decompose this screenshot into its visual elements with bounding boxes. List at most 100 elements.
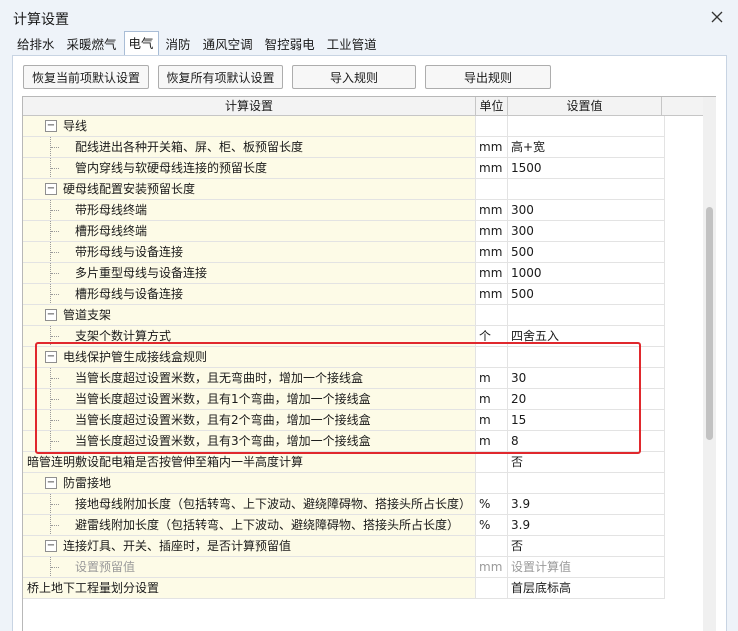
table-row[interactable]: − 导线 — [23, 116, 703, 137]
collapse-toggle-icon[interactable]: − — [45, 120, 57, 132]
export-rules-button[interactable]: 导出规则 — [425, 65, 551, 89]
tree-line — [51, 567, 59, 568]
close-button[interactable] — [706, 6, 728, 28]
table-row[interactable]: − 硬母线配置安装预留长度 — [23, 179, 703, 200]
value-cell[interactable]: 否 — [508, 452, 665, 473]
value-cell[interactable]: 300 — [508, 200, 665, 221]
tab-electrical[interactable]: 电气 — [123, 31, 159, 55]
table-row[interactable]: 当管长度超过设置米数，且无弯曲时，增加一个接线盒 m 30 — [23, 368, 703, 389]
scrollbar-thumb[interactable] — [706, 207, 713, 440]
setting-cell: 当管长度超过设置米数，且有3个弯曲，增加一个接线盒 — [23, 431, 476, 452]
table-row[interactable]: 槽形母线与设备连接 mm 500 — [23, 284, 703, 305]
setting-cell: − 电线保护管生成接线盒规则 — [23, 347, 476, 368]
tab-low-voltage[interactable]: 智控弱电 — [260, 33, 320, 55]
table-row[interactable]: 带形母线终端 mm 300 — [23, 200, 703, 221]
table-row[interactable]: 接地母线附加长度（包括转弯、上下波动、避绕障碍物、搭接头所占长度）% 3.9 — [23, 494, 703, 515]
value-cell[interactable]: 500 — [508, 284, 665, 305]
setting-cell: − 防雷接地 — [23, 473, 476, 494]
tab-hvac[interactable]: 通风空调 — [198, 33, 258, 55]
unit-cell: m — [476, 368, 508, 389]
collapse-toggle-icon[interactable]: − — [45, 540, 57, 552]
setting-cell: 配线进出各种开关箱、屏、柜、板预留长度 — [23, 137, 476, 158]
table-row[interactable]: 配线进出各种开关箱、屏、柜、板预留长度 mm 高+宽 — [23, 137, 703, 158]
table-row[interactable]: − 管道支架 — [23, 305, 703, 326]
vertical-scrollbar[interactable] — [703, 97, 716, 631]
table-row[interactable]: 多片重型母线与设备连接 mm 1000 — [23, 263, 703, 284]
collapse-toggle-icon[interactable]: − — [45, 183, 57, 195]
value-cell[interactable]: 3.9 — [508, 494, 665, 515]
tab-heating-gas[interactable]: 采暖燃气 — [62, 33, 122, 55]
value-cell[interactable]: 1000 — [508, 263, 665, 284]
setting-cell: 暗管连明敷设配电箱是否按管伸至箱内一半高度计算 — [23, 452, 476, 473]
window-title: 计算设置 — [13, 12, 69, 28]
restore-all-default-button[interactable]: 恢复所有项默认设置 — [158, 65, 283, 89]
setting-cell: 避雷线附加长度（包括转弯、上下波动、避绕障碍物、搭接头所占长度） — [23, 515, 476, 536]
value-cell[interactable]: 300 — [508, 221, 665, 242]
settings-grid: 计算设置 单位 设置值 − 导线 配线进出各种开关箱、屏、柜、板预留长度 mm 高+宽管… — [22, 96, 716, 631]
value-cell[interactable]: 1500 — [508, 158, 665, 179]
value-cell[interactable]: 否 — [508, 536, 665, 557]
setting-cell: 槽形母线终端 — [23, 221, 476, 242]
unit-cell: m — [476, 410, 508, 431]
setting-cell: 当管长度超过设置米数，且有2个弯曲，增加一个接线盒 — [23, 410, 476, 431]
collapse-toggle-icon[interactable]: − — [45, 477, 57, 489]
unit-cell: 个 — [476, 326, 508, 347]
unit-cell — [476, 347, 508, 368]
toolbar: 恢复当前项默认设置 恢复所有项默认设置 导入规则 导出规则 — [23, 65, 560, 89]
setting-label: 接地母线附加长度（包括转弯、上下波动、避绕障碍物、搭接头所占长度） — [75, 497, 472, 511]
table-row[interactable]: 管内穿线与软硬母线连接的预留长度 mm 1500 — [23, 158, 703, 179]
table-row[interactable]: 设置预留值 mm 设置计算值 — [23, 557, 703, 578]
table-row[interactable]: 带形母线与设备连接 mm 500 — [23, 242, 703, 263]
value-cell[interactable]: 8 — [508, 431, 665, 452]
collapse-toggle-icon[interactable]: − — [45, 351, 57, 363]
grid-header: 计算设置 单位 设置值 — [23, 97, 703, 116]
value-cell[interactable] — [508, 305, 665, 326]
value-cell[interactable]: 四舍五入 — [508, 326, 665, 347]
table-row[interactable]: − 连接灯具、开关、插座时，是否计算预留值 否 — [23, 536, 703, 557]
setting-label: 连接灯具、开关、插座时，是否计算预留值 — [63, 539, 292, 553]
value-cell[interactable] — [508, 116, 665, 137]
tab-industrial-pipe[interactable]: 工业管道 — [322, 33, 382, 55]
value-cell[interactable]: 500 — [508, 242, 665, 263]
value-cell[interactable]: 15 — [508, 410, 665, 431]
table-row[interactable]: − 电线保护管生成接线盒规则 — [23, 347, 703, 368]
value-cell[interactable]: 高+宽 — [508, 137, 665, 158]
unit-cell — [476, 578, 508, 599]
value-cell[interactable] — [508, 179, 665, 200]
table-row[interactable]: 当管长度超过设置米数，且有3个弯曲，增加一个接线盒 m 8 — [23, 431, 703, 452]
setting-label: 多片重型母线与设备连接 — [75, 266, 208, 280]
restore-current-default-button[interactable]: 恢复当前项默认设置 — [23, 65, 149, 89]
setting-label: 配线进出各种开关箱、屏、柜、板预留长度 — [75, 140, 304, 154]
value-cell[interactable] — [508, 347, 665, 368]
setting-cell: − 硬母线配置安装预留长度 — [23, 179, 476, 200]
collapse-toggle-icon[interactable]: − — [45, 309, 57, 321]
table-row[interactable]: 桥上地下工程量划分设置 首层底标高 — [23, 578, 703, 599]
tab-fire[interactable]: 消防 — [161, 33, 196, 55]
tree-line — [51, 231, 59, 232]
header-value[interactable]: 设置值 — [508, 97, 662, 115]
table-row[interactable]: − 防雷接地 — [23, 473, 703, 494]
close-icon — [711, 11, 723, 23]
import-rules-button[interactable]: 导入规则 — [292, 65, 416, 89]
table-row[interactable]: 暗管连明敷设配电箱是否按管伸至箱内一半高度计算 否 — [23, 452, 703, 473]
value-cell[interactable]: 20 — [508, 389, 665, 410]
setting-cell: 槽形母线与设备连接 — [23, 284, 476, 305]
value-cell[interactable]: 首层底标高 — [508, 578, 665, 599]
setting-label: 管道支架 — [63, 308, 112, 322]
value-cell[interactable]: 设置计算值 — [508, 557, 665, 578]
table-row[interactable]: 槽形母线终端 mm 300 — [23, 221, 703, 242]
tab-water[interactable]: 给排水 — [12, 33, 60, 55]
table-row[interactable]: 当管长度超过设置米数，且有1个弯曲，增加一个接线盒 m 20 — [23, 389, 703, 410]
header-unit[interactable]: 单位 — [476, 97, 508, 115]
unit-cell: mm — [476, 137, 508, 158]
table-row[interactable]: 支架个数计算方式 个四舍五入 — [23, 326, 703, 347]
value-cell[interactable]: 30 — [508, 368, 665, 389]
table-row[interactable]: 避雷线附加长度（包括转弯、上下波动、避绕障碍物、搭接头所占长度）% 3.9 — [23, 515, 703, 536]
table-row[interactable]: 当管长度超过设置米数，且有2个弯曲，增加一个接线盒 m 15 — [23, 410, 703, 431]
value-cell[interactable] — [508, 473, 665, 494]
unit-cell — [476, 179, 508, 200]
value-cell[interactable]: 3.9 — [508, 515, 665, 536]
tree-line — [51, 378, 59, 379]
setting-label: 槽形母线与设备连接 — [75, 287, 184, 301]
header-setting[interactable]: 计算设置 — [23, 97, 476, 115]
